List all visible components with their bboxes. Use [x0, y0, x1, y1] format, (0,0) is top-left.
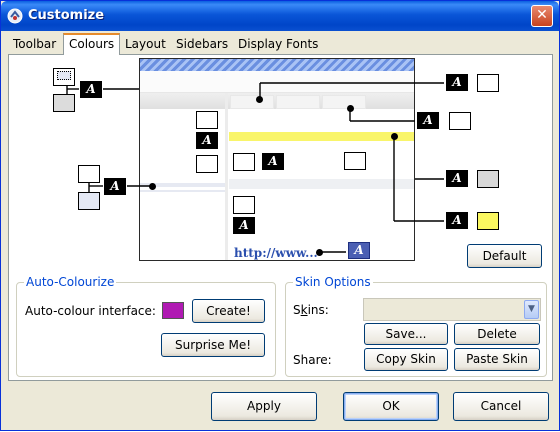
text-color-tab-strip[interactable]: A	[446, 74, 468, 91]
chevron-down-icon[interactable]: ▼	[524, 300, 539, 319]
preview-page-line	[229, 179, 414, 189]
swatch-toolbar-bg[interactable]	[53, 94, 75, 112]
create-button[interactable]: Create!	[192, 299, 265, 323]
swatch-page-box[interactable]	[344, 152, 366, 170]
preview-tab	[276, 95, 320, 109]
connector-dot	[149, 183, 156, 190]
preview-highlight-bar	[229, 132, 414, 141]
delete-skin-button[interactable]: Delete	[454, 323, 540, 345]
tab-layout[interactable]: Layout	[120, 35, 171, 55]
swatch-tab-strip[interactable]	[477, 74, 499, 92]
preview-tab	[230, 95, 274, 109]
text-color-panel-right[interactable]: A	[446, 170, 468, 187]
paste-skin-button[interactable]: Paste Skin	[454, 348, 540, 371]
customize-window: Customize ✕ Toolbar Colours Layout Sideb…	[0, 0, 560, 431]
surprise-me-button[interactable]: Surprise Me!	[161, 333, 265, 357]
preview-url: http://www...	[234, 246, 318, 260]
title-bar[interactable]: Customize ✕	[1, 1, 559, 31]
text-color-page[interactable]: A	[262, 153, 284, 170]
skins-combo[interactable]: ▼	[363, 298, 541, 321]
auto-colour-swatch[interactable]	[162, 302, 184, 319]
swatch-sidebar-bg[interactable]	[196, 111, 218, 129]
share-label: Share:	[293, 353, 332, 367]
text-color-tab[interactable]: A	[417, 112, 439, 129]
default-button[interactable]: Default	[467, 244, 542, 268]
tab-display-fonts[interactable]: Display Fonts	[233, 35, 323, 55]
text-color-sidebar[interactable]: A	[196, 132, 218, 149]
connector-dot	[256, 96, 263, 103]
skins-label: Skins:	[293, 303, 329, 317]
close-icon: ✕	[536, 7, 548, 23]
tab-strip: Toolbar Colours Layout Sidebars Display …	[8, 33, 552, 55]
swatch-highlight[interactable]	[477, 212, 499, 230]
swatch-toolbar-inner	[57, 71, 71, 80]
preview-panel-line	[140, 190, 225, 192]
auto-colourize-title: Auto-Colourize	[24, 275, 117, 289]
tab-toolbar[interactable]: Toolbar	[8, 35, 61, 55]
tab-colours[interactable]: Colours	[63, 33, 121, 55]
connector-dot	[347, 105, 354, 112]
text-color-toolbar[interactable]: A	[80, 81, 102, 98]
auto-colour-label: Auto-colour interface:	[25, 304, 156, 318]
swatch-tab[interactable]	[449, 112, 471, 130]
skin-options-title: Skin Options	[293, 275, 373, 289]
preview-sidebar-divider	[225, 93, 228, 260]
apply-button[interactable]: Apply	[211, 392, 317, 421]
window-title: Customize	[28, 8, 105, 23]
link-color[interactable]: A	[348, 242, 370, 259]
preview-title-stripe	[140, 59, 414, 71]
copy-skin-button[interactable]: Copy Skin	[364, 348, 448, 371]
tab-sidebars[interactable]: Sidebars	[171, 35, 233, 55]
text-color-status[interactable]: A	[233, 217, 255, 234]
connector-dot	[316, 249, 323, 256]
auto-colourize-group: Auto-Colourize	[16, 275, 276, 377]
opera-icon	[7, 8, 23, 24]
swatch-panel-top[interactable]	[78, 165, 100, 183]
swatch-panel-bottom[interactable]	[78, 192, 100, 210]
swatch-gray[interactable]	[477, 170, 499, 188]
cancel-button[interactable]: Cancel	[453, 392, 549, 421]
preview-toolbar	[140, 71, 414, 93]
text-color-panel[interactable]: A	[104, 178, 126, 195]
swatch-page-bg[interactable]	[233, 153, 255, 171]
ok-button[interactable]: OK	[343, 392, 439, 421]
close-button[interactable]: ✕	[531, 5, 553, 27]
preview-tab	[322, 95, 366, 109]
connector-dot	[391, 133, 398, 140]
swatch-status-bg[interactable]	[233, 196, 255, 214]
text-color-highlight[interactable]: A	[446, 212, 468, 229]
swatch-sidebar-item[interactable]	[196, 155, 218, 173]
save-skin-button[interactable]: Save...	[364, 323, 448, 345]
